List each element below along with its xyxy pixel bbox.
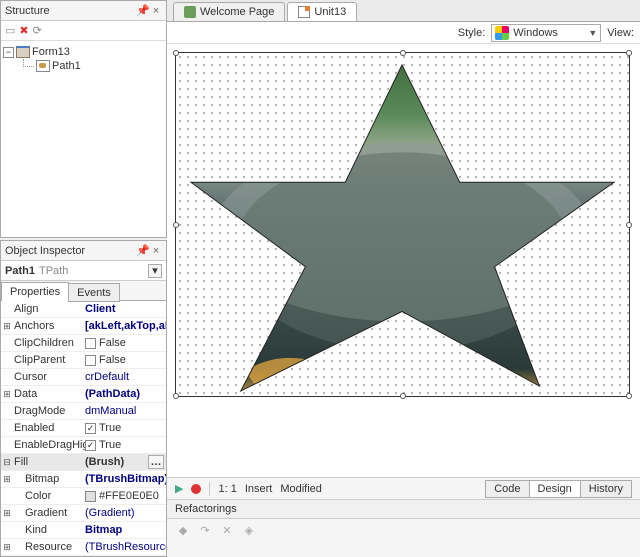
record-icon[interactable]: [191, 484, 201, 494]
view-tabs: Code Design History: [486, 480, 632, 498]
resize-handle[interactable]: [626, 222, 632, 228]
checkbox-icon[interactable]: ✓: [85, 423, 96, 434]
insert-mode: Insert: [245, 483, 273, 495]
checkbox-icon[interactable]: ✓: [85, 440, 96, 451]
tool-icon[interactable]: ↷: [197, 522, 213, 538]
resize-handle[interactable]: [173, 393, 179, 399]
inspector-selector[interactable]: Path1 TPath ▾: [1, 261, 166, 281]
path-star[interactable]: [176, 53, 629, 396]
inspector-tabs: Properties Events: [1, 281, 166, 301]
close-icon[interactable]: ×: [150, 5, 162, 17]
prop-row-enabled[interactable]: Enabled✓True: [1, 420, 166, 437]
windows-icon: [495, 26, 509, 40]
prop-row-color[interactable]: Color#FFE0E0E0: [1, 488, 166, 505]
tree-node-path[interactable]: Path1: [3, 59, 164, 73]
refactorings-header: Refactorings: [167, 500, 640, 519]
style-label: Style:: [458, 27, 486, 39]
cursor-pos: 1: 1: [218, 483, 236, 495]
structure-tree: − Form13 Path1: [1, 41, 166, 237]
prop-row-bitmap[interactable]: ⊞Bitmap(TBrushBitmap): [1, 471, 166, 488]
prop-row-enabledraghigh[interactable]: EnableDragHigh✓True: [1, 437, 166, 454]
tab-properties[interactable]: Properties: [1, 282, 69, 301]
structure-panel: Structure 📌 × ▭ ✖ ⟳ − Form13 Path1: [0, 0, 167, 238]
tab-events[interactable]: Events: [68, 283, 120, 302]
tool-icon[interactable]: ⟳: [33, 24, 42, 37]
prop-row-fill[interactable]: ⊟Fill(Brush)…: [1, 454, 166, 471]
resize-handle[interactable]: [626, 50, 632, 56]
resize-handle[interactable]: [400, 50, 406, 56]
tool-icon[interactable]: ✖: [19, 24, 28, 37]
resize-handle[interactable]: [626, 393, 632, 399]
structure-toolbar: ▭ ✖ ⟳: [1, 21, 166, 41]
tool-icon[interactable]: ◆: [175, 522, 191, 538]
resize-handle[interactable]: [400, 393, 406, 399]
structure-title: Structure: [5, 5, 50, 17]
collapse-icon[interactable]: −: [3, 47, 14, 58]
code-status-bar: ▶ 1: 1 Insert Modified Code Design Histo…: [167, 478, 640, 500]
expand-icon[interactable]: ⊞: [1, 542, 13, 553]
expand-icon[interactable]: ⊞: [1, 321, 13, 332]
home-icon: [184, 6, 196, 18]
status-area: ▶ 1: 1 Insert Modified Code Design Histo…: [167, 477, 640, 557]
style-bar: Style: Windows ▼ View:: [167, 22, 640, 44]
design-canvas[interactable]: [175, 52, 630, 397]
tab-history[interactable]: History: [580, 480, 632, 498]
resize-handle[interactable]: [173, 50, 179, 56]
expand-icon[interactable]: ⊞: [1, 389, 13, 400]
tree-node-form[interactable]: − Form13: [3, 45, 164, 59]
inspector-title: Object Inspector: [5, 245, 85, 257]
ellipsis-button[interactable]: …: [148, 455, 164, 469]
style-select[interactable]: Windows ▼: [491, 24, 601, 42]
prop-row-clipparent[interactable]: ClipParentFalse: [1, 352, 166, 369]
document-tabs: Welcome Page Unit13: [167, 0, 640, 22]
prop-row-cursor[interactable]: CursorcrDefault: [1, 369, 166, 386]
path-icon: [36, 60, 50, 72]
tab-design[interactable]: Design: [529, 480, 581, 498]
prop-row-kind[interactable]: KindBitmap: [1, 522, 166, 539]
selected-type: TPath: [39, 265, 68, 277]
form-icon: [16, 46, 30, 58]
checkbox-icon[interactable]: [85, 355, 96, 366]
collapse-icon[interactable]: ⊟: [1, 457, 13, 468]
inspector-header: Object Inspector 📌 ×: [1, 241, 166, 261]
expand-icon[interactable]: ⊞: [1, 508, 13, 519]
tree-label: Path1: [52, 60, 81, 72]
play-icon[interactable]: ▶: [175, 482, 183, 495]
modified-flag: Modified: [280, 483, 322, 495]
prop-row-gradient[interactable]: ⊞Gradient(Gradient): [1, 505, 166, 522]
dropdown-icon[interactable]: ▾: [148, 264, 162, 278]
prop-row-clipchildren[interactable]: ClipChildrenFalse: [1, 335, 166, 352]
prop-row-resource[interactable]: ⊞Resource(TBrushResource): [1, 539, 166, 556]
prop-row-anchors[interactable]: ⊞Anchors[akLeft,akTop,akRig: [1, 318, 166, 335]
close-icon[interactable]: ×: [150, 245, 162, 257]
pin-icon[interactable]: 📌: [136, 245, 148, 257]
tool-icon[interactable]: ▭: [5, 24, 15, 37]
resize-handle[interactable]: [173, 222, 179, 228]
refactorings-toolbar: ◆ ↷ ✕ ◈: [167, 519, 640, 541]
structure-header: Structure 📌 ×: [1, 1, 166, 21]
object-inspector-panel: Object Inspector 📌 × Path1 TPath ▾ Prope…: [0, 240, 167, 557]
expand-icon[interactable]: ⊞: [1, 474, 13, 485]
property-grid: AlignClient ⊞Anchors[akLeft,akTop,akRig …: [1, 301, 166, 556]
form-designer[interactable]: [167, 44, 640, 477]
prop-row-dragmode[interactable]: DragModedmManual: [1, 403, 166, 420]
tab-welcome[interactable]: Welcome Page: [173, 2, 285, 21]
tree-label: Form13: [32, 46, 70, 58]
prop-row-data[interactable]: ⊞Data(PathData): [1, 386, 166, 403]
unit-icon: [298, 6, 310, 18]
color-swatch[interactable]: [85, 491, 96, 502]
pin-icon[interactable]: 📌: [136, 5, 148, 17]
selected-name: Path1: [5, 265, 35, 277]
tab-unit[interactable]: Unit13: [287, 2, 357, 21]
tool-icon[interactable]: ◈: [241, 522, 257, 538]
chevron-down-icon: ▼: [588, 28, 597, 38]
checkbox-icon[interactable]: [85, 338, 96, 349]
prop-row-align[interactable]: AlignClient: [1, 301, 166, 318]
view-label: View:: [607, 27, 634, 39]
tool-icon[interactable]: ✕: [219, 522, 235, 538]
tab-code[interactable]: Code: [485, 480, 529, 498]
